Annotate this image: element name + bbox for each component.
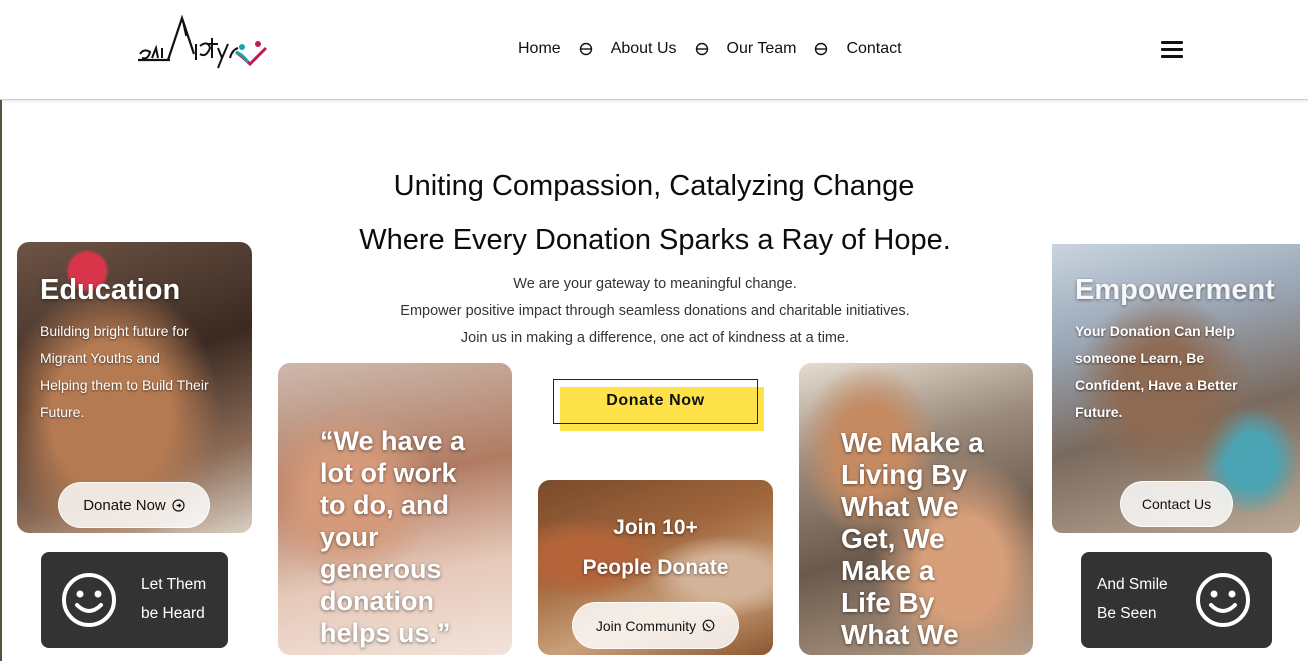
smile-line: Be Seen xyxy=(1097,605,1157,622)
main-nav: Home About Us Our Team Contact xyxy=(518,38,902,60)
brand-logo[interactable] xyxy=(134,14,274,70)
nav-home[interactable]: Home xyxy=(518,40,561,58)
living-text: We Make a Living By What We Get, We Make… xyxy=(841,427,984,651)
community-text: Join 10+ People Donate xyxy=(538,508,773,588)
community-line: People Donate xyxy=(582,556,729,579)
empowerment-text: Your Donation Can Help someone Learn, Be… xyxy=(1075,318,1238,426)
living-line: What We xyxy=(841,491,959,522)
empowerment-text-line: Confident, Have a Better xyxy=(1075,377,1238,393)
empowerment-text-line: Your Donation Can Help xyxy=(1075,323,1235,339)
education-donate-label: Donate Now xyxy=(83,496,166,514)
education-text-line: Migrant Youths and xyxy=(40,350,160,366)
site-header: Home About Us Our Team Contact xyxy=(0,0,1308,100)
education-card: Education Building bright future for Mig… xyxy=(17,242,252,533)
empowerment-title: Empowerment xyxy=(1075,274,1275,306)
contact-us-button[interactable]: Contact Us xyxy=(1120,481,1233,527)
community-card: Join 10+ People Donate Join Community xyxy=(538,480,773,655)
circle-separator-icon xyxy=(814,42,828,56)
education-title: Education xyxy=(40,274,181,306)
education-text-line: Helping them to Build Their xyxy=(40,377,209,393)
quote-line: helps us.” xyxy=(320,618,451,648)
living-line: What We xyxy=(841,619,959,650)
quote-line: lot of work xyxy=(320,458,457,488)
quote-line: your xyxy=(320,522,379,552)
menu-icon[interactable] xyxy=(1161,41,1183,59)
circle-separator-icon xyxy=(695,42,709,56)
arrow-circle-icon xyxy=(172,498,185,512)
education-text-line: Future. xyxy=(40,404,85,420)
quote-line: generous xyxy=(320,554,442,584)
join-community-label: Join Community xyxy=(595,617,697,634)
quote-line: donation xyxy=(320,586,434,616)
quote-line: to do, and xyxy=(320,490,449,520)
community-line: Join 10+ xyxy=(613,516,698,539)
smiley-icon xyxy=(62,573,116,627)
nav-our-team[interactable]: Our Team xyxy=(727,40,797,58)
join-community-button[interactable]: Join Community xyxy=(572,602,739,649)
living-line: Make a xyxy=(841,555,935,586)
living-line: Get, We xyxy=(841,523,945,554)
let-them-line: Let Them xyxy=(141,576,207,593)
education-text: Building bright future for Migrant Youth… xyxy=(40,318,209,426)
donate-now-label: Donate Now xyxy=(606,392,705,409)
smile-card: And Smile Be Seen xyxy=(1081,552,1272,648)
quote-card: “We have a lot of work to do, and your g… xyxy=(278,363,512,655)
living-line: Living By xyxy=(841,459,968,490)
quote-line: “We have a xyxy=(320,426,466,456)
smiley-icon xyxy=(1196,573,1250,627)
nav-about-us[interactable]: About Us xyxy=(611,40,677,58)
contact-us-label: Contact Us xyxy=(1141,496,1212,512)
logo-mark xyxy=(138,14,268,69)
quote-text: “We have a lot of work to do, and your g… xyxy=(320,425,465,649)
empowerment-text-line: Future. xyxy=(1075,404,1123,420)
let-them-text: Let Them be Heard xyxy=(141,570,206,628)
hero-title: Uniting Compassion, Catalyzing Change xyxy=(393,170,915,202)
smile-line: And Smile xyxy=(1097,576,1168,593)
empowerment-text-line: someone Learn, Be xyxy=(1075,350,1205,366)
education-text-line: Building bright future for xyxy=(40,323,189,339)
smile-text: And Smile Be Seen xyxy=(1097,570,1168,628)
living-card: We Make a Living By What We Get, We Make… xyxy=(799,363,1033,655)
empowerment-card: Empowerment Your Donation Can Help someo… xyxy=(1052,244,1300,533)
whatsapp-icon xyxy=(702,619,715,632)
let-them-line: be Heard xyxy=(141,605,205,622)
let-them-card: Let Them be Heard xyxy=(41,552,228,648)
education-donate-button[interactable]: Donate Now xyxy=(58,482,210,528)
living-line: Life By xyxy=(841,587,935,618)
living-line: We Make a xyxy=(841,427,984,458)
circle-separator-icon xyxy=(579,42,593,56)
nav-contact[interactable]: Contact xyxy=(846,40,901,58)
